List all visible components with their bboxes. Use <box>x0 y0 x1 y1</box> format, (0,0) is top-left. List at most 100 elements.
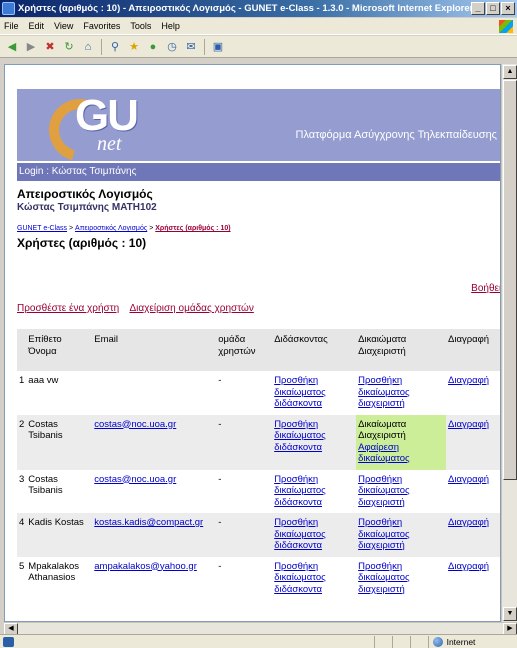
delete-cell: Διαγραφή <box>446 414 500 470</box>
vertical-scroll-thumb[interactable] <box>503 80 517 480</box>
teacher-cell: Προσθήκη δικαίωματος διδάσκοντα <box>272 469 357 513</box>
status-bar: Internet <box>0 634 517 648</box>
teacher-cell: Προσθήκη δικαίωματος διδάσκοντα <box>272 414 357 470</box>
forward-icon[interactable]: ▶ <box>23 39 39 55</box>
user-email <box>92 371 217 415</box>
breadcrumb-separator: > <box>149 225 154 232</box>
status-cell <box>409 635 428 648</box>
minimize-button[interactable]: _ <box>471 2 485 15</box>
windows-logo-icon <box>499 20 513 33</box>
search-icon[interactable]: ⚲ <box>107 39 123 55</box>
table-row: 4 Kadis Kostas kostas.kadis@compact.gr -… <box>17 513 500 557</box>
row-number: 4 <box>17 513 27 557</box>
menu-bar: File Edit View Favorites Tools Help <box>0 18 517 35</box>
main-area: Απειροστικός Λογισμός Κώστας Τσιμπάνης M… <box>17 181 500 250</box>
home-icon[interactable]: ⌂ <box>80 39 96 55</box>
add-admin-right-link[interactable]: Προσθήκη δικαίωματος διαχειριστή <box>358 474 410 508</box>
browser-toolbar: ◀ ▶ ✖ ↻ ⌂ ⚲ ★ ● ◷ ✉ ▣ <box>0 36 517 58</box>
user-name: aaa vw <box>26 371 93 415</box>
window-titlebar: Χρήστες (αριθμός : 10) - Απειροστικός Λο… <box>0 0 517 17</box>
refresh-icon[interactable]: ↻ <box>61 39 77 55</box>
scroll-up-icon[interactable]: ▲ <box>503 65 517 79</box>
add-user-link[interactable]: Προσθέστε ένα χρήστη <box>17 303 119 314</box>
user-email-link[interactable]: kostas.kadis@compact.gr <box>94 517 203 528</box>
user-name: Kadis Kostas <box>26 513 93 557</box>
add-teacher-right-link[interactable]: Προσθήκη δικαίωματος διδάσκοντα <box>274 474 326 508</box>
add-teacher-right-link[interactable]: Προσθήκη δικαίωματος διδάσκοντα <box>274 561 326 595</box>
user-group: - <box>216 414 273 470</box>
col-group: ομάδα χρηστών <box>216 329 273 371</box>
menu-view[interactable]: View <box>54 21 73 31</box>
print-icon[interactable]: ▣ <box>210 39 226 55</box>
add-admin-right-link[interactable]: Προσθήκη δικαίωματος διαχειριστή <box>358 561 410 595</box>
scroll-down-icon[interactable]: ▼ <box>503 607 517 621</box>
logo-subtext: net <box>97 133 122 155</box>
history-icon[interactable]: ◷ <box>164 39 180 55</box>
menu-help[interactable]: Help <box>161 21 180 31</box>
status-cell <box>373 635 392 648</box>
add-teacher-right-link[interactable]: Προσθήκη δικαίωματος διδάσκοντα <box>274 419 326 453</box>
breadcrumb-current[interactable]: Χρήστες (αριθμός : 10) <box>155 225 230 232</box>
admin-cell: Προσθήκη δικαίωματος διαχειριστή <box>356 556 447 600</box>
maximize-button[interactable]: □ <box>486 2 500 15</box>
row-number: 5 <box>17 556 27 600</box>
user-group: - <box>216 469 273 513</box>
delete-cell: Διαγραφή <box>446 371 500 415</box>
page-viewport: GU net Πλατφόρμα Ασύγχρονης Τηλεκπαίδευσ… <box>4 64 501 622</box>
delete-user-link[interactable]: Διαγραφή <box>448 474 489 485</box>
menu-favorites[interactable]: Favorites <box>83 21 120 31</box>
site-banner: GU net Πλατφόρμα Ασύγχρονης Τηλεκπαίδευσ… <box>17 89 500 161</box>
teacher-cell: Προσθήκη δικαίωματος διδάσκοντα <box>272 556 357 600</box>
gunet-logo: GU net <box>37 89 149 161</box>
add-teacher-right-link[interactable]: Προσθήκη δικαίωματος διδάσκοντα <box>274 375 326 409</box>
stop-icon[interactable]: ✖ <box>42 39 58 55</box>
menu-tools[interactable]: Tools <box>130 21 151 31</box>
back-icon[interactable]: ◀ <box>4 39 20 55</box>
remove-admin-right-link[interactable]: Αφαίρεση δικαίωματος <box>358 442 410 465</box>
teacher-cell: Προσθήκη δικαίωματος διδάσκοντα <box>272 513 357 557</box>
toolbar-divider <box>204 38 205 55</box>
user-email-link[interactable]: costas@noc.uoa.gr <box>94 474 176 485</box>
delete-cell: Διαγραφή <box>446 513 500 557</box>
breadcrumb-course-link[interactable]: Απειροστικός Λογισμός <box>75 225 147 232</box>
user-email-link[interactable]: costas@noc.uoa.gr <box>94 419 176 430</box>
user-name: Costas Tsibanis <box>26 414 93 470</box>
delete-user-link[interactable]: Διαγραφή <box>448 419 489 430</box>
mail-icon[interactable]: ✉ <box>183 39 199 55</box>
row-number: 1 <box>17 371 27 415</box>
globe-icon <box>432 636 443 647</box>
help-link[interactable]: Βοήθεια <box>471 283 500 294</box>
table-row: 2 Costas Tsibanis costas@noc.uoa.gr - Πρ… <box>17 414 500 470</box>
menu-file[interactable]: File <box>4 21 19 31</box>
delete-user-link[interactable]: Διαγραφή <box>448 561 489 572</box>
close-button[interactable]: × <box>501 2 515 15</box>
delete-cell: Διαγραφή <box>446 556 500 600</box>
media-icon[interactable]: ● <box>145 39 161 55</box>
horizontal-scrollbar[interactable]: ◀ ▶ <box>4 622 517 635</box>
user-group: - <box>216 513 273 557</box>
col-teacher: Διδάσκοντας <box>272 329 357 371</box>
add-teacher-right-link[interactable]: Προσθήκη δικαίωματος διδάσκοντα <box>274 517 326 551</box>
breadcrumb-separator: > <box>69 225 74 232</box>
page-title: Χρήστες (αριθμός : 10) <box>17 236 147 250</box>
delete-user-link[interactable]: Διαγραφή <box>448 517 489 528</box>
vertical-scrollbar[interactable]: ▲ ▼ <box>501 64 517 622</box>
admin-cell: Δικαίωματα Διαχειριστή Αφαίρεση δικαίωμα… <box>356 414 447 470</box>
delete-user-link[interactable]: Διαγραφή <box>448 375 489 386</box>
user-group: - <box>216 371 273 415</box>
add-admin-right-link[interactable]: Προσθήκη δικαίωματος διαχειριστή <box>358 517 410 551</box>
course-title: Απειροστικός Λογισμός <box>17 187 153 201</box>
toolbar-divider <box>101 38 102 55</box>
col-number <box>17 329 27 371</box>
table-row: 3 Costas Tsibanis costas@noc.uoa.gr - Πρ… <box>17 469 500 513</box>
platform-tagline: Πλατφόρμα Ασύγχρονης Τηλεκπαίδευσης <box>295 129 497 141</box>
menu-edit[interactable]: Edit <box>29 21 45 31</box>
user-email: kostas.kadis@compact.gr <box>92 513 217 557</box>
user-actions: Προσθέστε ένα χρήστη Διαχείριση ομάδας χ… <box>17 303 262 314</box>
manage-groups-link[interactable]: Διαχείριση ομάδας χρηστών <box>129 303 253 314</box>
user-email-link[interactable]: ampakalakos@yahoo.gr <box>94 561 197 572</box>
add-admin-right-link[interactable]: Προσθήκη δικαίωματος διαχειριστή <box>358 375 410 409</box>
favorites-icon[interactable]: ★ <box>126 39 142 55</box>
admin-cell: Προσθήκη δικαίωματος διαχειριστή <box>356 469 447 513</box>
breadcrumb-home-link[interactable]: GUNET e-Class <box>17 225 67 232</box>
